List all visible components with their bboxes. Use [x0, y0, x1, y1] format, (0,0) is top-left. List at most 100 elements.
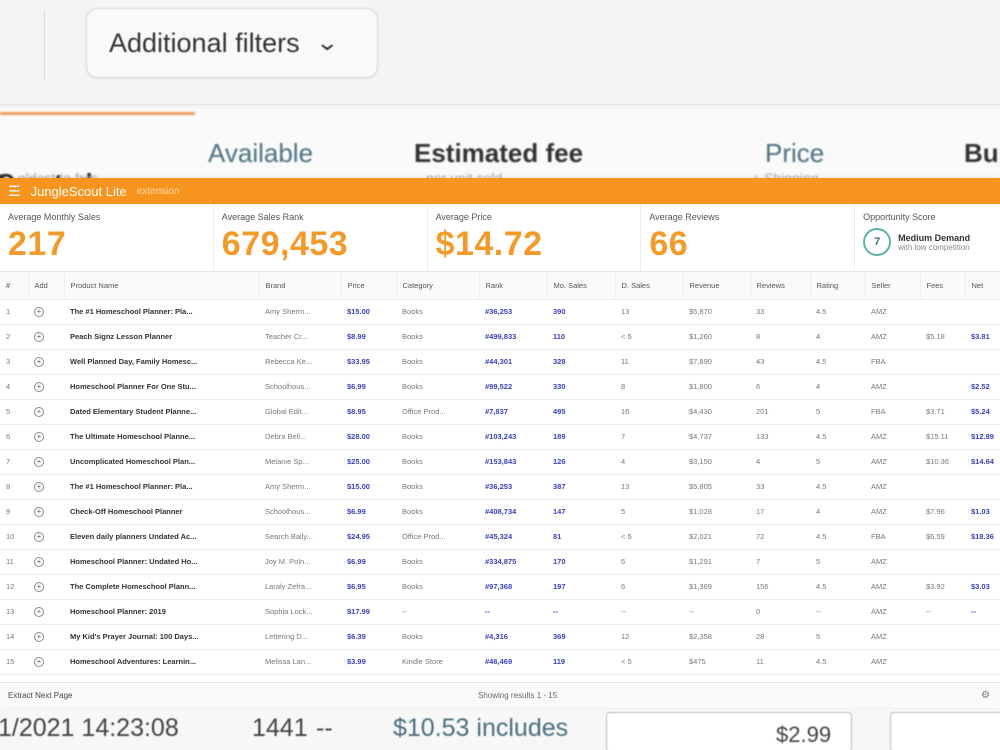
product-table: # Add Product Name Brand Price Category Rank Mo… [0, 272, 1000, 675]
add-product-button[interactable]: + [28, 574, 64, 600]
table-row[interactable]: 3 + Well Planned Day, Family Homesc... Rebe… [0, 349, 1000, 375]
table-cell: 6 [0, 424, 28, 450]
table-row[interactable]: 6 + The Ultimate Homeschool Planne... Debra… [0, 424, 1000, 450]
table-row[interactable]: 1 + The #1 Homeschool Planner: Pla... Amy S… [0, 299, 1000, 325]
extract-next-page-button[interactable]: Extract Next Page [8, 691, 72, 700]
product-name[interactable]: The #1 Homeschool Planner: Pla... [64, 299, 259, 325]
product-name[interactable]: Dated Elementary Student Planne... [64, 399, 259, 425]
table-row[interactable]: 8 + The #1 Homeschool Planner: Pla... Amy S… [0, 474, 1000, 500]
table-cell: $6.39 [341, 624, 396, 650]
created-date: 1/2021 14:23:08 [0, 714, 179, 742]
stat-label: Average Sales Rank [221, 212, 304, 222]
column-header[interactable]: Rank [479, 272, 548, 300]
column-header[interactable]: # [0, 272, 29, 300]
table-cell: AMZ [865, 324, 920, 350]
table-row[interactable]: 10 + Eleven daily planners Undated Ac... Se… [0, 524, 1000, 550]
column-header[interactable]: Net [965, 272, 1000, 300]
table-row[interactable]: 9 + Check-Off Homeschool Planner Schoolhous… [0, 499, 1000, 525]
table-cell: $7,890 [683, 349, 750, 375]
screen: Additional filters ⌄ Created ▾ Available… [0, 0, 1000, 750]
add-product-button[interactable]: + [28, 649, 64, 675]
product-name[interactable]: Homeschool Planner: 2019 [64, 599, 259, 625]
table-cell: 170 [547, 549, 615, 575]
product-name[interactable]: Homeschool Planner For One Stu... [64, 374, 259, 400]
extension-footer: Extract Next Page Showing results 1 - 15… [0, 682, 1000, 708]
product-name[interactable]: Homeschool Planner: Undated Ho... [64, 549, 259, 575]
product-name[interactable]: Homeschool Adventures: Learnin... [64, 649, 259, 675]
column-header[interactable]: Brand [259, 272, 342, 300]
table-cell: 4.5 [810, 649, 865, 675]
table-cell: AMZ [865, 374, 920, 400]
add-product-button[interactable]: + [28, 549, 64, 575]
add-product-button[interactable]: + [28, 474, 64, 500]
column-header[interactable]: Category [396, 272, 480, 300]
price-value: $2.99 [776, 722, 832, 747]
table-cell: 133 [750, 424, 810, 450]
add-product-button[interactable]: + [28, 349, 64, 375]
add-product-button[interactable]: + [28, 524, 64, 550]
table-cell: 13 [615, 474, 683, 500]
table-row[interactable]: 7 + Uncomplicated Homeschool Plan... Melani… [0, 449, 1000, 475]
table-row[interactable]: 15 + Homeschool Adventures: Learnin... Meli… [0, 649, 1000, 675]
product-name[interactable]: Check-Off Homeschool Planner [64, 499, 259, 525]
table-cell: $17.99 [341, 599, 396, 625]
column-header[interactable]: Price [341, 272, 397, 300]
add-product-button[interactable]: + [28, 324, 64, 350]
additional-filters-button[interactable]: Additional filters ⌄ [86, 8, 378, 78]
stat-avg-price: Average Price $14.72 [428, 204, 642, 271]
table-cell: 330 [547, 374, 615, 400]
add-product-button[interactable]: + [28, 374, 64, 400]
column-bu[interactable]: Bu [964, 138, 999, 169]
add-product-button[interactable]: + [28, 499, 64, 525]
product-name[interactable]: The Ultimate Homeschool Planne... [64, 424, 259, 450]
column-header[interactable]: Product Name [64, 272, 260, 300]
product-name[interactable]: The Complete Homeschool Plann... [64, 574, 259, 600]
table-cell: $6.59 [920, 524, 965, 550]
column-price[interactable]: Price [765, 138, 824, 169]
product-name[interactable]: The #1 Homeschool Planner: Pla... [64, 474, 259, 500]
table-cell: 43 [750, 349, 810, 375]
product-name[interactable]: Well Planned Day, Family Homesc... [64, 349, 259, 375]
table-row[interactable]: 13 + Homeschool Planner: 2019 Sophia Lock..… [0, 599, 1000, 625]
table-cell: 11 [0, 549, 28, 575]
column-header[interactable]: Reviews [750, 272, 811, 300]
column-header[interactable]: Rating [810, 272, 866, 300]
column-header[interactable]: Seller [865, 272, 921, 300]
add-product-button[interactable]: + [28, 599, 64, 625]
table-cell [920, 374, 965, 400]
add-product-button[interactable]: + [28, 424, 64, 450]
column-header[interactable]: Revenue [683, 272, 751, 300]
menu-icon[interactable]: ☰ [8, 183, 21, 200]
table-row[interactable]: 4 + Homeschool Planner For One Stu... Schoo… [0, 374, 1000, 400]
table-cell [920, 349, 965, 375]
add-product-button[interactable]: + [28, 624, 64, 650]
table-row[interactable]: 14 + My Kid's Prayer Journal: 100 Days... L… [0, 624, 1000, 650]
add-product-button[interactable]: + [28, 399, 64, 425]
column-header[interactable]: Add [28, 272, 65, 300]
add-product-button[interactable]: + [28, 299, 64, 325]
settings-icon[interactable]: ⚙ [981, 690, 990, 701]
table-cell: 16 [615, 399, 683, 425]
column-available[interactable]: Available [208, 138, 313, 169]
table-row[interactable]: 11 + Homeschool Planner: Undated Ho... Joy … [0, 549, 1000, 575]
table-row[interactable]: 5 + Dated Elementary Student Planne... Glob… [0, 399, 1000, 425]
product-name[interactable]: Peach Signz Lesson Planner [64, 324, 259, 350]
table-cell: 156 [750, 574, 810, 600]
opportunity-title: Medium Demand [898, 232, 971, 243]
column-header[interactable]: Mo. Sales [547, 272, 616, 300]
table-cell: 5 [810, 549, 865, 575]
column-estimated-fee[interactable]: Estimated fee [414, 138, 583, 169]
product-name[interactable]: Uncomplicated Homeschool Plan... [64, 449, 259, 475]
quantity-input[interactable] [890, 712, 1000, 750]
table-row[interactable]: 2 + Peach Signz Lesson Planner Teacher Cr..… [0, 324, 1000, 350]
table-cell: AMZ [865, 649, 920, 675]
add-product-button[interactable]: + [28, 449, 64, 475]
column-header[interactable]: Fees [920, 272, 966, 300]
background-row: 1/2021 14:23:08 1441 -- $10.53 includes … [0, 708, 1000, 750]
table-row[interactable]: 12 + The Complete Homeschool Plann... Laral… [0, 574, 1000, 600]
product-name[interactable]: Eleven daily planners Undated Ac... [64, 524, 259, 550]
product-name[interactable]: My Kid's Prayer Journal: 100 Days... [64, 624, 259, 650]
table-cell: AMZ [865, 449, 920, 475]
column-header[interactable]: D. Sales [615, 272, 684, 300]
table-cell: -- [615, 599, 683, 625]
